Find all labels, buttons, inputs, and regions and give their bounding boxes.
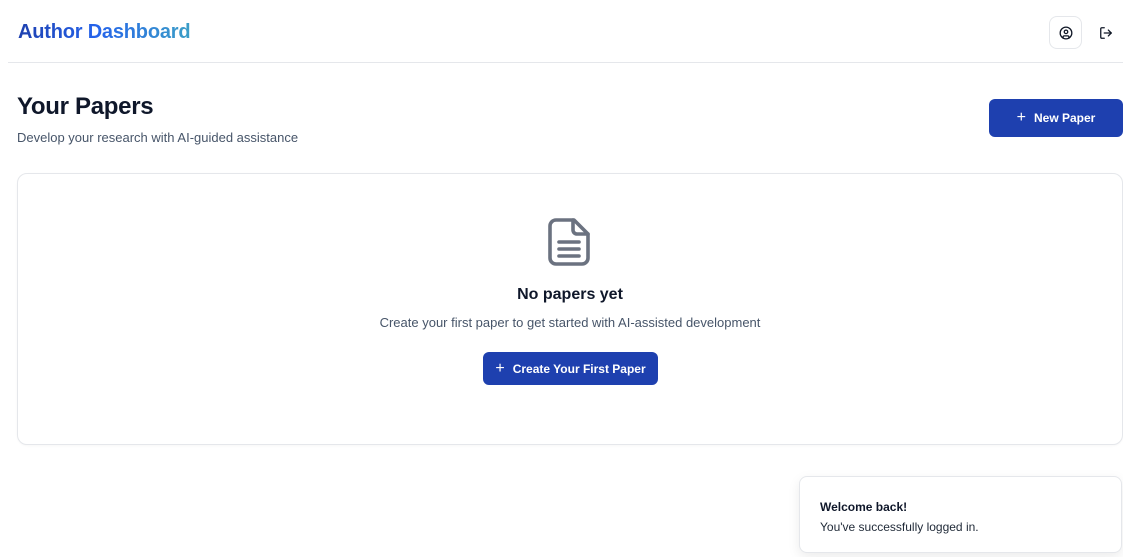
document-icon [548, 218, 590, 266]
page-title: Your Papers [17, 93, 154, 120]
create-first-paper-button[interactable]: + Create Your First Paper [483, 352, 658, 385]
author-dashboard-page: Author Dashboard Your Papers Develop you… [0, 0, 1123, 557]
brand-title[interactable]: Author Dashboard [18, 21, 191, 44]
login-toast[interactable]: Welcome back! You've successfully logged… [799, 476, 1122, 553]
toast-message: You've successfully logged in. [820, 520, 979, 534]
top-header: Author Dashboard [8, 0, 1123, 63]
plus-icon: + [1016, 109, 1026, 126]
create-first-paper-label: Create Your First Paper [512, 361, 646, 376]
new-paper-label: New Paper [1033, 111, 1096, 125]
empty-state-description: Create your first paper to get started w… [379, 315, 761, 330]
user-circle-icon [1059, 26, 1072, 39]
plus-icon: + [495, 359, 505, 377]
logout-icon [1100, 26, 1112, 39]
logout-button[interactable] [1092, 16, 1120, 49]
toast-title: Welcome back! [820, 500, 908, 514]
profile-button[interactable] [1049, 16, 1082, 49]
page-subtitle: Develop your research with AI-guided ass… [17, 130, 299, 145]
empty-state-title: No papers yet [517, 286, 623, 303]
new-paper-button[interactable]: + New Paper [989, 99, 1123, 137]
empty-state-card: No papers yet Create your first paper to… [17, 173, 1123, 445]
